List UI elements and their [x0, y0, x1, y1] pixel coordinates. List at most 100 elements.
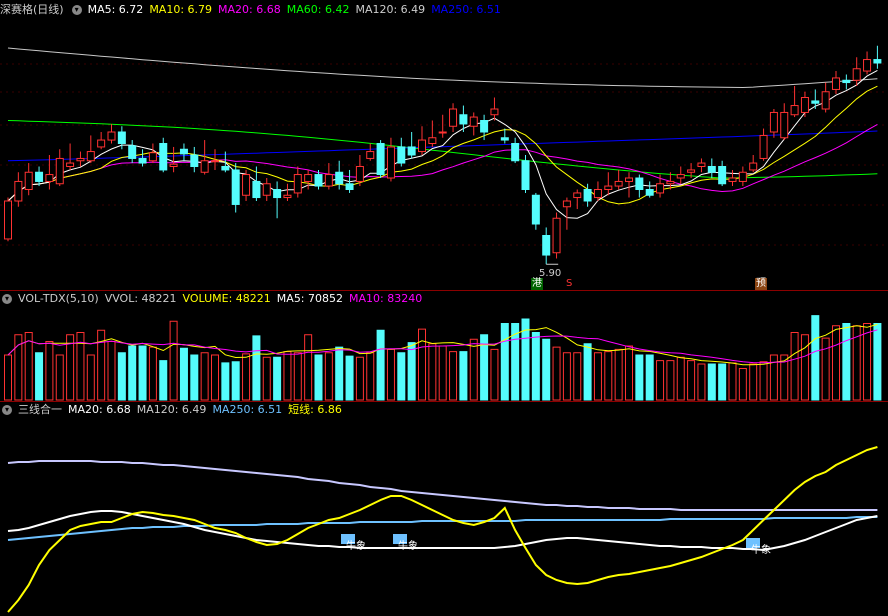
volume-bar: [604, 351, 613, 401]
volume-bar: [304, 334, 313, 401]
candle-body: [159, 143, 168, 171]
candle-body: [304, 174, 313, 182]
candle-body: [128, 145, 137, 159]
volume-bar: [179, 347, 188, 401]
volume-bar: [107, 341, 116, 401]
candle-body: [604, 185, 613, 191]
candle-body: [4, 200, 12, 240]
candle-body: [635, 177, 644, 190]
volume-bar: [469, 338, 478, 401]
candle-body: [366, 151, 375, 159]
candle-body: [190, 154, 199, 167]
volume-bar: [790, 332, 799, 401]
volume-bar: [552, 346, 561, 401]
candle-body: [666, 180, 675, 185]
volume-bar: [738, 368, 747, 401]
candle-body: [262, 183, 271, 196]
candle-body: [656, 183, 665, 194]
stock-chart[interactable]: [0, 0, 888, 616]
candle-body: [676, 174, 685, 179]
ma5-line: [7, 69, 878, 219]
volume-bar: [376, 329, 385, 401]
volume-bar: [355, 356, 364, 401]
volume-bar: [759, 361, 768, 401]
volume-bar: [231, 361, 240, 401]
volume-bar: [366, 352, 375, 401]
volume-bar: [407, 342, 416, 401]
candle-body: [252, 180, 261, 199]
candle-body: [707, 166, 716, 173]
candle-body: [790, 105, 799, 116]
candle-body: [521, 160, 530, 190]
candle-body: [273, 189, 282, 199]
volume-bar: [490, 348, 499, 401]
candle-body: [107, 131, 116, 141]
volume-bar: [345, 355, 354, 401]
candle-body: [397, 146, 406, 164]
candle-body: [449, 108, 458, 127]
volume-bar: [697, 363, 706, 401]
candle-body: [718, 166, 727, 185]
volume-bar: [117, 352, 126, 401]
volume-bar: [242, 353, 251, 401]
volume-bar: [211, 354, 219, 401]
candle-body: [242, 174, 251, 196]
volume-bar: [873, 323, 882, 401]
candle-body: [490, 108, 499, 116]
candle-body: [355, 166, 364, 182]
candle-body: [625, 177, 633, 182]
candle-body: [469, 116, 478, 127]
volume-bar: [138, 345, 147, 401]
volume-bar: [418, 328, 426, 401]
volume-bar: [676, 356, 685, 401]
volume-bar: [86, 354, 95, 401]
volume-bar: [45, 341, 54, 401]
volume-bar: [293, 352, 302, 401]
candle-body: [800, 97, 809, 113]
candle-body: [428, 137, 437, 144]
candle-body: [728, 177, 737, 182]
candle-body: [293, 174, 302, 194]
volume-bar: [252, 335, 261, 401]
candle-body: [832, 77, 840, 90]
volume-bar: [635, 354, 644, 401]
candle-body: [583, 189, 592, 202]
volume-bar: [593, 352, 602, 401]
candle-body: [863, 59, 872, 72]
volume-bar: [614, 348, 623, 401]
volume-bar: [4, 354, 12, 401]
marker-yu: 预: [755, 278, 767, 290]
volume-bar: [335, 346, 344, 401]
volume-bar: [221, 362, 230, 401]
candle-body: [531, 194, 540, 225]
candle-body: [759, 134, 768, 159]
candle-body: [552, 217, 561, 254]
candle-body: [645, 189, 654, 196]
candle-body: [614, 180, 623, 187]
signal-label: 牛象: [398, 541, 418, 552]
ind-short-line: [7, 446, 878, 613]
candle-body: [14, 180, 23, 202]
candle-body: [66, 162, 75, 168]
volume-bar: [449, 351, 458, 401]
volume-bar: [459, 351, 468, 401]
candle-body: [86, 151, 95, 162]
candle-body: [211, 160, 219, 163]
candle-body: [24, 171, 33, 190]
volume-bar: [707, 363, 716, 401]
volume-bar: [573, 352, 582, 401]
volume-bar: [728, 362, 737, 401]
volume-bar: [531, 332, 540, 401]
volume-bar: [800, 334, 809, 401]
marker-gang: 港: [531, 278, 543, 290]
candle-body: [480, 120, 489, 133]
candle-body: [418, 139, 426, 153]
candle-body: [780, 111, 789, 139]
candle-body: [335, 171, 344, 185]
candle-body: [500, 137, 509, 141]
candle-body: [842, 79, 851, 84]
candle-body: [324, 174, 333, 187]
ma120-line: [7, 47, 878, 89]
candle-body: [749, 162, 758, 171]
volume-bar: [24, 332, 33, 401]
